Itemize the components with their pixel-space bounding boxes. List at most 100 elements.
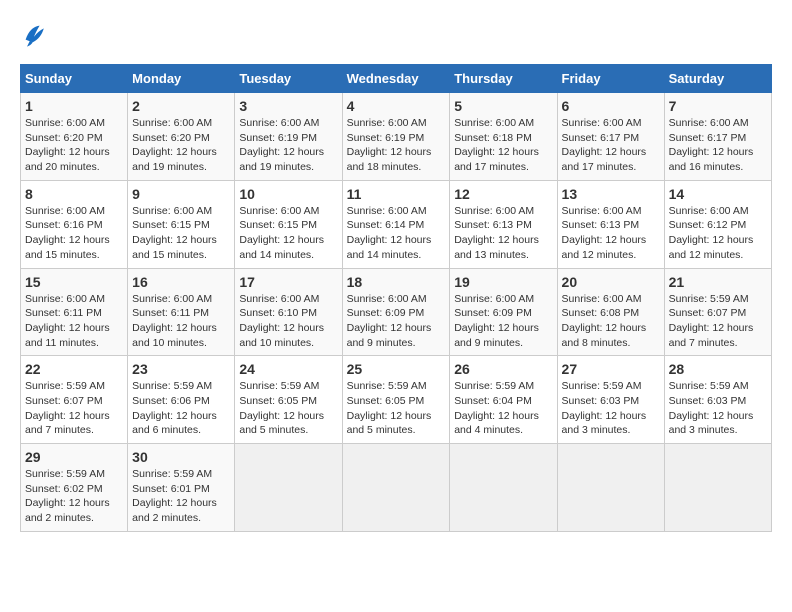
calendar-week-3: 22 Sunrise: 5:59 AM Sunset: 6:07 PM Dayli… — [21, 356, 772, 444]
calendar-cell: 9 Sunrise: 6:00 AM Sunset: 6:15 PM Daylig… — [128, 180, 235, 268]
day-info: Sunrise: 5:59 AM Sunset: 6:07 PM Dayligh… — [669, 292, 767, 351]
logo-icon — [20, 20, 48, 48]
day-number: 26 — [454, 361, 552, 377]
day-info: Sunrise: 6:00 AM Sunset: 6:16 PM Dayligh… — [25, 204, 123, 263]
calendar-cell: 5Sunrise: 6:00 AM Sunset: 6:18 PM Daylig… — [450, 93, 557, 181]
calendar-cell: 26 Sunrise: 5:59 AM Sunset: 6:04 PM Dayli… — [450, 356, 557, 444]
calendar-cell: 12 Sunrise: 6:00 AM Sunset: 6:13 PM Dayli… — [450, 180, 557, 268]
day-info: Sunrise: 5:59 AM Sunset: 6:05 PM Dayligh… — [347, 379, 446, 438]
calendar-week-1: 8 Sunrise: 6:00 AM Sunset: 6:16 PM Daylig… — [21, 180, 772, 268]
day-number: 22 — [25, 361, 123, 377]
day-number: 15 — [25, 274, 123, 290]
day-info: Sunrise: 6:00 AM Sunset: 6:15 PM Dayligh… — [132, 204, 230, 263]
calendar-cell: 16 Sunrise: 6:00 AM Sunset: 6:11 PM Dayli… — [128, 268, 235, 356]
calendar-week-0: 1 Sunrise: 6:00 AM Sunset: 6:20 PM Daylig… — [21, 93, 772, 181]
calendar-cell: 20 Sunrise: 6:00 AM Sunset: 6:08 PM Dayli… — [557, 268, 664, 356]
calendar-week-2: 15 Sunrise: 6:00 AM Sunset: 6:11 PM Dayli… — [21, 268, 772, 356]
day-number: 30 — [132, 449, 230, 465]
day-info: Sunrise: 6:00 AM Sunset: 6:15 PM Dayligh… — [239, 204, 337, 263]
day-number: 5 — [454, 98, 552, 114]
day-number: 16 — [132, 274, 230, 290]
day-number: 19 — [454, 274, 552, 290]
calendar-week-4: 29 Sunrise: 5:59 AM Sunset: 6:02 PM Dayli… — [21, 444, 772, 532]
calendar-body: 1 Sunrise: 6:00 AM Sunset: 6:20 PM Daylig… — [21, 93, 772, 532]
logo — [20, 20, 52, 48]
day-number: 14 — [669, 186, 767, 202]
calendar-cell: 8 Sunrise: 6:00 AM Sunset: 6:16 PM Daylig… — [21, 180, 128, 268]
day-info: Sunrise: 6:00 AM Sunset: 6:19 PM Dayligh… — [347, 116, 446, 175]
calendar-cell: 10 Sunrise: 6:00 AM Sunset: 6:15 PM Dayli… — [235, 180, 342, 268]
day-number: 17 — [239, 274, 337, 290]
day-info: Sunrise: 6:00 AM Sunset: 6:12 PM Dayligh… — [669, 204, 767, 263]
day-number: 12 — [454, 186, 552, 202]
calendar-cell — [342, 444, 450, 532]
calendar-cell: 14 Sunrise: 6:00 AM Sunset: 6:12 PM Dayli… — [664, 180, 771, 268]
day-info: Sunrise: 5:59 AM Sunset: 6:02 PM Dayligh… — [25, 467, 123, 526]
day-number: 27 — [562, 361, 660, 377]
day-number: 9 — [132, 186, 230, 202]
day-number: 20 — [562, 274, 660, 290]
calendar-cell: 3 Sunrise: 6:00 AM Sunset: 6:19 PM Daylig… — [235, 93, 342, 181]
calendar-cell: 27Sunrise: 5:59 AM Sunset: 6:03 PM Dayli… — [557, 356, 664, 444]
calendar-cell: 24Sunrise: 5:59 AM Sunset: 6:05 PM Dayli… — [235, 356, 342, 444]
weekday-header-saturday: Saturday — [664, 65, 771, 93]
calendar-cell — [235, 444, 342, 532]
calendar-cell: 29 Sunrise: 5:59 AM Sunset: 6:02 PM Dayli… — [21, 444, 128, 532]
calendar-cell: 11 Sunrise: 6:00 AM Sunset: 6:14 PM Dayli… — [342, 180, 450, 268]
calendar-cell: 4Sunrise: 6:00 AM Sunset: 6:19 PM Daylig… — [342, 93, 450, 181]
day-info: Sunrise: 6:00 AM Sunset: 6:19 PM Dayligh… — [239, 116, 337, 175]
day-info: Sunrise: 6:00 AM Sunset: 6:10 PM Dayligh… — [239, 292, 337, 351]
day-info: Sunrise: 6:00 AM Sunset: 6:20 PM Dayligh… — [25, 116, 123, 175]
day-number: 2 — [132, 98, 230, 114]
day-number: 8 — [25, 186, 123, 202]
calendar-cell — [557, 444, 664, 532]
calendar-cell: 6 Sunrise: 6:00 AM Sunset: 6:17 PM Daylig… — [557, 93, 664, 181]
calendar-cell: 28 Sunrise: 5:59 AM Sunset: 6:03 PM Dayli… — [664, 356, 771, 444]
day-number: 7 — [669, 98, 767, 114]
day-number: 21 — [669, 274, 767, 290]
weekday-header-thursday: Thursday — [450, 65, 557, 93]
weekday-header-wednesday: Wednesday — [342, 65, 450, 93]
day-info: Sunrise: 6:00 AM Sunset: 6:17 PM Dayligh… — [562, 116, 660, 175]
calendar-cell: 1 Sunrise: 6:00 AM Sunset: 6:20 PM Daylig… — [21, 93, 128, 181]
day-number: 24 — [239, 361, 337, 377]
day-number: 13 — [562, 186, 660, 202]
day-number: 25 — [347, 361, 446, 377]
calendar-table: SundayMondayTuesdayWednesdayThursdayFrid… — [20, 64, 772, 532]
day-info: Sunrise: 5:59 AM Sunset: 6:04 PM Dayligh… — [454, 379, 552, 438]
day-info: Sunrise: 6:00 AM Sunset: 6:09 PM Dayligh… — [347, 292, 446, 351]
day-info: Sunrise: 6:00 AM Sunset: 6:20 PM Dayligh… — [132, 116, 230, 175]
calendar-cell: 18Sunrise: 6:00 AM Sunset: 6:09 PM Dayli… — [342, 268, 450, 356]
calendar-cell — [450, 444, 557, 532]
day-number: 11 — [347, 186, 446, 202]
day-number: 1 — [25, 98, 123, 114]
day-info: Sunrise: 6:00 AM Sunset: 6:09 PM Dayligh… — [454, 292, 552, 351]
weekday-header-friday: Friday — [557, 65, 664, 93]
calendar-cell — [664, 444, 771, 532]
calendar-cell: 21 Sunrise: 5:59 AM Sunset: 6:07 PM Dayli… — [664, 268, 771, 356]
calendar-cell: 13 Sunrise: 6:00 AM Sunset: 6:13 PM Dayli… — [557, 180, 664, 268]
calendar-cell: 22 Sunrise: 5:59 AM Sunset: 6:07 PM Dayli… — [21, 356, 128, 444]
day-info: Sunrise: 5:59 AM Sunset: 6:03 PM Dayligh… — [669, 379, 767, 438]
day-info: Sunrise: 5:59 AM Sunset: 6:01 PM Dayligh… — [132, 467, 230, 526]
day-number: 28 — [669, 361, 767, 377]
day-info: Sunrise: 5:59 AM Sunset: 6:06 PM Dayligh… — [132, 379, 230, 438]
weekday-header-sunday: Sunday — [21, 65, 128, 93]
calendar-cell: 7Sunrise: 6:00 AM Sunset: 6:17 PM Daylig… — [664, 93, 771, 181]
day-info: Sunrise: 6:00 AM Sunset: 6:11 PM Dayligh… — [25, 292, 123, 351]
day-info: Sunrise: 6:00 AM Sunset: 6:11 PM Dayligh… — [132, 292, 230, 351]
day-info: Sunrise: 6:00 AM Sunset: 6:14 PM Dayligh… — [347, 204, 446, 263]
day-number: 23 — [132, 361, 230, 377]
calendar-cell: 30 Sunrise: 5:59 AM Sunset: 6:01 PM Dayli… — [128, 444, 235, 532]
day-info: Sunrise: 6:00 AM Sunset: 6:08 PM Dayligh… — [562, 292, 660, 351]
calendar-header-row: SundayMondayTuesdayWednesdayThursdayFrid… — [21, 65, 772, 93]
day-number: 10 — [239, 186, 337, 202]
day-info: Sunrise: 6:00 AM Sunset: 6:13 PM Dayligh… — [562, 204, 660, 263]
day-number: 6 — [562, 98, 660, 114]
day-info: Sunrise: 6:00 AM Sunset: 6:13 PM Dayligh… — [454, 204, 552, 263]
day-number: 3 — [239, 98, 337, 114]
calendar-cell: 17 Sunrise: 6:00 AM Sunset: 6:10 PM Dayli… — [235, 268, 342, 356]
day-info: Sunrise: 5:59 AM Sunset: 6:07 PM Dayligh… — [25, 379, 123, 438]
weekday-header-tuesday: Tuesday — [235, 65, 342, 93]
day-number: 29 — [25, 449, 123, 465]
